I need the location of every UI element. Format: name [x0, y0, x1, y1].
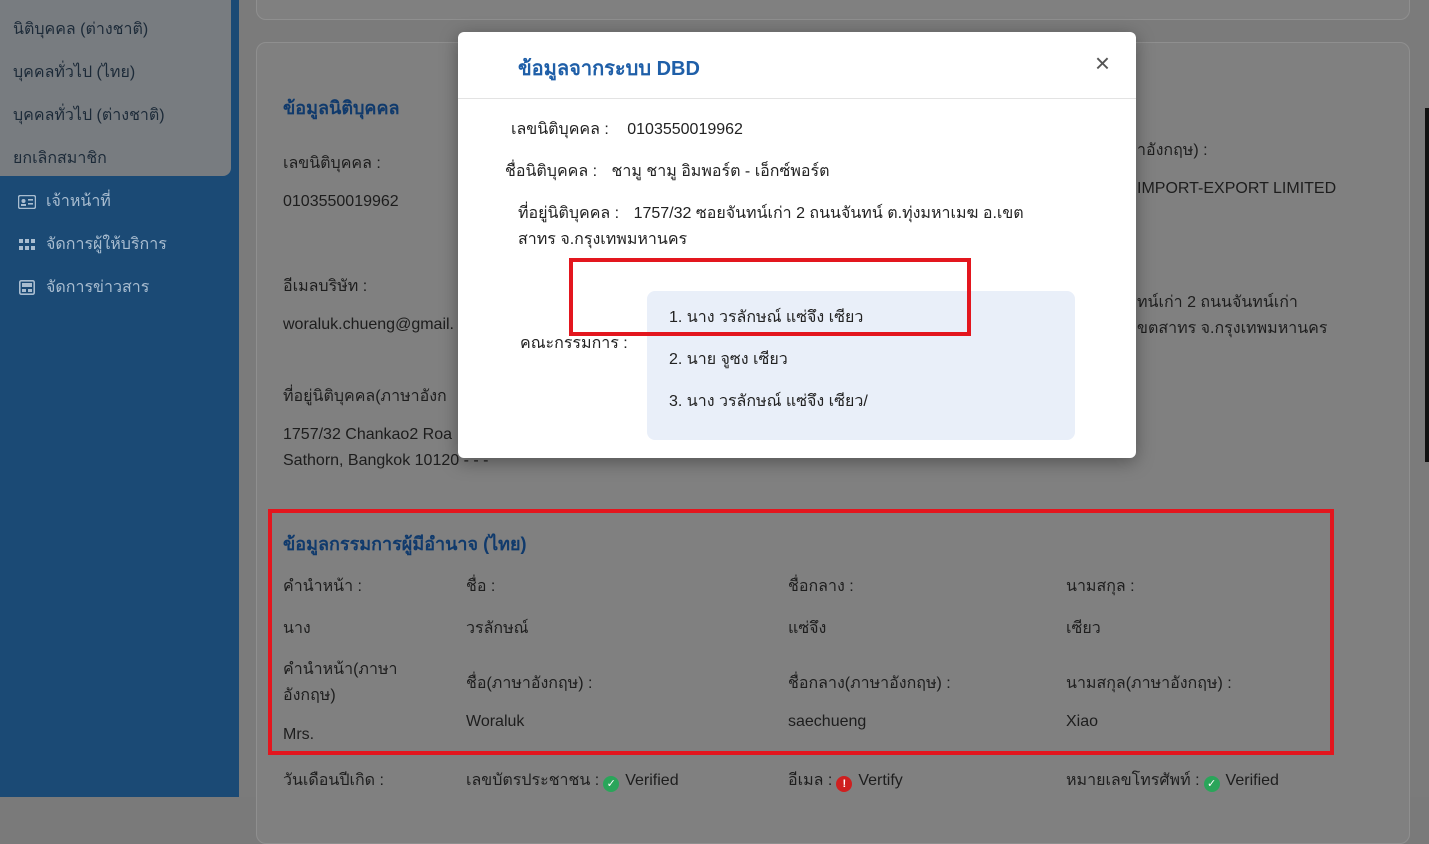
id-card-label: เลขบัตรประชาชน : — [466, 772, 600, 789]
close-icon[interactable]: × — [1095, 48, 1110, 79]
sidebar-submenu: นิติบุคคล (ต่างชาติ) บุคคลทั่วไป (ไทย) บ… — [0, 0, 231, 176]
list-item: 2. นาย จูซง เซียว — [669, 351, 788, 368]
id-card-icon — [16, 194, 38, 210]
reg-no-label: เลขนิติบุคคล : — [283, 155, 381, 172]
address-en-line2: Sathorn, Bangkok 10120 - - - — [283, 452, 489, 469]
modal-reg-no-label: เลขนิติบุคคล : — [511, 121, 609, 138]
submenu-item-foreign-individual[interactable]: บุคคลทั่วไป (ต่างชาติ) — [13, 103, 165, 128]
address-th-line1: ทน์เก่า 2 ถนนจันทน์เก่า — [1137, 294, 1298, 311]
sidebar-item-staff[interactable]: เจ้าหน้าที่ — [16, 189, 111, 214]
dbd-modal: ข้อมูลจากระบบ DBD × เลขนิติบุคคล : 01035… — [458, 32, 1136, 458]
check-circle-icon: ✓ — [603, 776, 620, 792]
sidebar-item-label: จัดการผู้ให้บริการ — [46, 236, 167, 253]
sidebar-item-label: เจ้าหน้าที่ — [46, 193, 111, 210]
modal-name-value: ชามู ชามู อิมพอร์ต - เอ็กซ์พอร์ต — [611, 163, 830, 180]
company-email-value: woraluk.chueng@gmail. — [283, 316, 454, 333]
grid-icon — [16, 237, 38, 253]
dob-label: วันเดือนปีเกิด : — [283, 772, 384, 789]
company-email-label: อีเมลบริษัท : — [283, 278, 368, 295]
address-en-label: ที่อยู่นิติบุคคล(ภาษาอังก — [283, 388, 447, 405]
id-card-status: เลขบัตรประชาชน : ✓ Verified — [466, 768, 679, 793]
sidebar-item-providers[interactable]: จัดการผู้ให้บริการ — [16, 232, 167, 257]
email-status: อีเมล :! Vertify — [788, 768, 903, 793]
name-en-value: IMPORT-EXPORT LIMITED — [1137, 180, 1337, 197]
address-th-line2: ขตสาทร จ.กรุงเทพมหานคร — [1137, 320, 1328, 337]
name-en-label: าอังกฤษ) : — [1137, 142, 1208, 159]
modal-reg-no: เลขนิติบุคคล : 0103550019962 — [511, 117, 743, 142]
sidebar-item-news[interactable]: จัดการข่าวสาร — [16, 275, 149, 300]
modal-address-line1: 1757/32 ซอยจันทน์เก่า 2 ถนนจันทน์ ต.ทุ่ง… — [633, 205, 1024, 222]
list-item: 3. นาง วรลักษณ์ แซ่จึง เซียว/ — [669, 393, 868, 410]
alert-circle-icon: ! — [836, 776, 853, 792]
reg-no-value: 0103550019962 — [283, 193, 399, 210]
director-highlight — [569, 258, 971, 336]
check-circle-icon: ✓ — [1203, 776, 1220, 792]
modal-title: ข้อมูลจากระบบ DBD — [518, 58, 700, 80]
modal-address-label: ที่อยู่นิติบุคคล : — [518, 205, 620, 222]
modal-address: ที่อยู่นิติบุคคล : 1757/32 ซอยจันทน์เก่า… — [518, 201, 1024, 226]
sidebar-item-label: จัดการข่าวสาร — [46, 279, 150, 296]
submenu-item-foreign-juristic[interactable]: นิติบุคคล (ต่างชาติ) — [13, 17, 148, 42]
address-en-line1: 1757/32 Chankao2 Roa — [283, 426, 453, 443]
modal-name-label: ชื่อนิติบุคคล : — [505, 163, 598, 180]
phone-status-text: Verified — [1225, 772, 1279, 789]
modal-reg-no-value: 0103550019962 — [627, 121, 743, 138]
top-card — [256, 0, 1410, 20]
modal-header: ข้อมูลจากระบบ DBD × — [458, 32, 1136, 99]
email-label: อีเมล : — [788, 772, 833, 789]
news-icon — [16, 280, 38, 296]
director-section-highlight — [268, 509, 1334, 755]
modal-address-line2: สาทร จ.กรุงเทพมหานคร — [518, 231, 688, 248]
scrollbar-strip — [1425, 108, 1429, 462]
modal-name: ชื่อนิติบุคคล : ชามู ชามู อิมพอร์ต - เอ็… — [505, 159, 829, 184]
sidebar: นิติบุคคล (ต่างชาติ) บุคคลทั่วไป (ไทย) บ… — [0, 0, 239, 797]
email-status-text: Vertify — [858, 772, 903, 789]
id-card-status-text: Verified — [625, 772, 679, 789]
phone-status: หมายเลขโทรศัพท์ : ✓ Verified — [1066, 768, 1279, 793]
submenu-item-thai-individual[interactable]: บุคคลทั่วไป (ไทย) — [13, 60, 135, 85]
phone-label: หมายเลขโทรศัพท์ : — [1066, 772, 1200, 789]
company-section-title: ข้อมูลนิติบุคคล — [283, 98, 400, 118]
submenu-item-cancel-member[interactable]: ยกเลิกสมาชิก — [13, 146, 107, 171]
